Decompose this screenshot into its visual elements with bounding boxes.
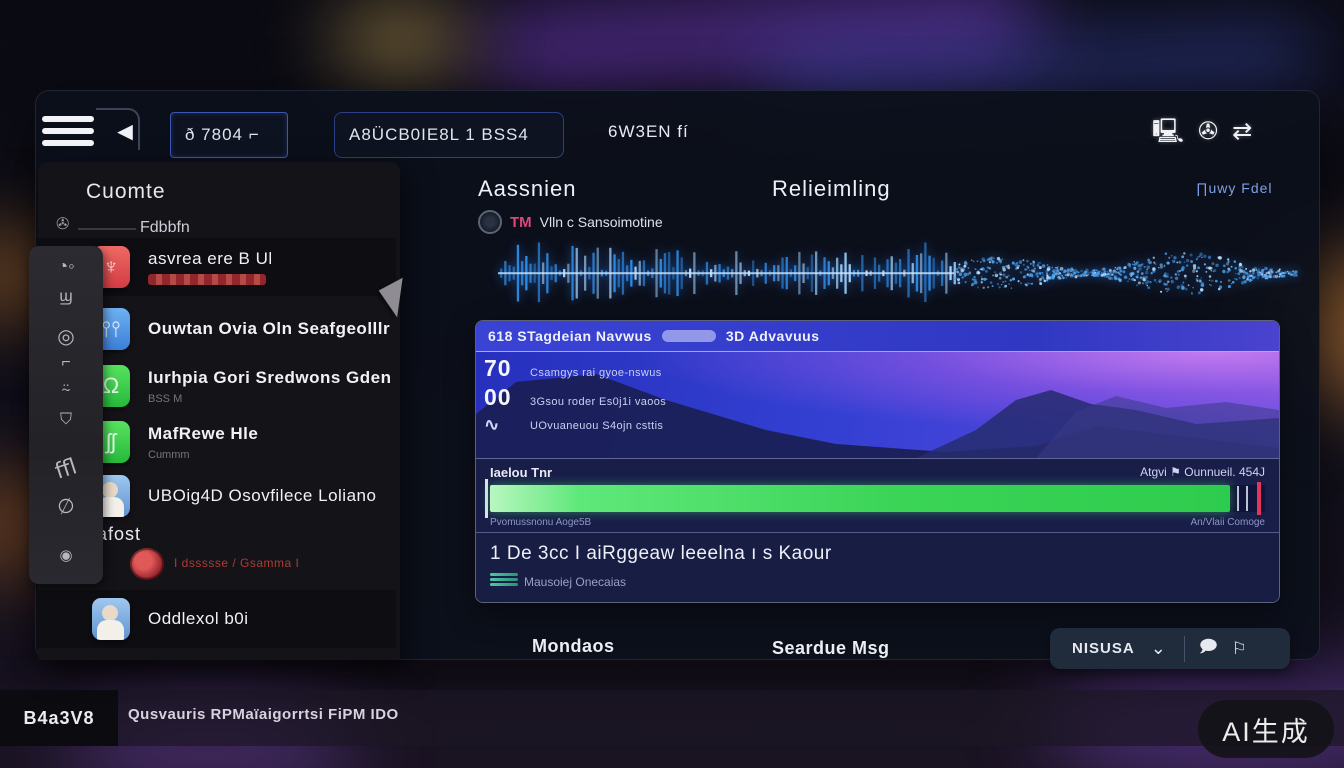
coin-icon[interactable]: ◉ — [29, 546, 103, 564]
mask-icon[interactable]: ϣ — [29, 288, 103, 306]
record-icon[interactable]: ✇ — [1198, 112, 1218, 152]
progress-footnote-right: An/Vlaii Comoge — [1191, 517, 1265, 528]
footer-tab-center[interactable]: Seardue Msg — [772, 638, 890, 659]
progress-label: Iaelou Tnr — [490, 465, 552, 480]
topbar-icons: 🖳 ✇ ⇄ — [1152, 112, 1252, 152]
progress-fill — [490, 485, 1230, 512]
flag-icon[interactable]: ⚐ — [1232, 639, 1247, 659]
track-row: TM Vlln c Sansoimotine — [478, 210, 663, 234]
progress-value-label: Atgvi ⚑ Ounnueil. 454J — [1140, 465, 1265, 479]
chevron-down-icon[interactable]: ⌄ — [1151, 638, 1166, 659]
divider — [78, 228, 136, 230]
coil-icon[interactable]: ﬄ — [27, 445, 105, 493]
desktop-background: ◄ ð 7804 ⌐ A8ÜCB0IE8L 1 BSS4 6W3EN fí 🖳 … — [0, 0, 1344, 768]
progress-tick — [1237, 486, 1239, 511]
dropdown-selected-value[interactable]: NISUSA — [1072, 640, 1135, 657]
taskbar-badge: B4a3V8 — [0, 690, 118, 746]
search-input[interactable]: ð 7804 ⌐ — [170, 112, 288, 158]
topbar-link[interactable]: 6W3EN fí — [608, 122, 689, 142]
camera-icon[interactable]: ◎ — [29, 324, 103, 349]
stat-number: 70 — [484, 355, 530, 382]
panel-header: 618 STagdeian Navwus 3D Advavuus — [476, 321, 1279, 352]
message-icon[interactable]: 🗩 — [1199, 634, 1218, 663]
ai-watermark: AI生成 — [1198, 700, 1334, 758]
sidebar-item-6[interactable]: Oddlexol b0i — [38, 590, 396, 648]
track-name: Vlln c Sansoimotine — [540, 214, 663, 230]
disc-icon: ✇ — [56, 214, 69, 234]
disc-icon — [478, 210, 502, 234]
section-title: Relieimling — [772, 176, 891, 202]
divider — [1184, 636, 1185, 662]
back-button[interactable]: ◄ — [108, 116, 142, 146]
summary-subtext: Mausoiej Onecaias — [524, 575, 626, 589]
sidebar-item-label: MafRewe Hle — [148, 424, 258, 444]
progress-tick — [1246, 486, 1248, 511]
sidebar-subtitle: Fdbbfn — [140, 219, 190, 237]
panel-title-right: 3D Advavuus — [726, 328, 820, 344]
sidebar-item-label: Ouwtan Ovia Oln Seafgeolllr — [148, 319, 390, 339]
hamburger-menu-icon[interactable] — [42, 116, 94, 146]
panel-tag — [662, 330, 716, 342]
equalizer-icon[interactable]: ⇄ — [1232, 112, 1252, 152]
waveform[interactable] — [498, 238, 1298, 302]
summary-section: 1 De 3cc I aiRggeaw leeelna ı s Kaour Ma… — [476, 532, 1279, 602]
playlist-icon[interactable]: 🖳 — [1152, 112, 1184, 152]
eye-icon[interactable]: ◔◦ — [29, 256, 103, 277]
sidebar-section-note: I dssssse / Gsamma I — [174, 556, 299, 570]
sidebar-item-label: UBOig4D Osovfilece Loliano — [148, 486, 376, 506]
stat-squiggle: ∿ — [483, 411, 531, 437]
swirl-icon[interactable]: ∅ — [27, 487, 105, 527]
red-progress-badge — [148, 274, 266, 285]
knot-icon[interactable] — [130, 548, 164, 580]
panel-art: 70 Csamgys rai gyoe-nswus 00 3Gsou roder… — [476, 352, 1279, 458]
progress-footnote-left: Pvomussnonu Aoge5B — [490, 517, 591, 528]
sidebar-item-sub: Cummm — [148, 449, 258, 461]
footer-tab-left[interactable]: Mondaos — [532, 636, 615, 657]
address-input[interactable]: A8ÜCB0IE8L 1 BSS4 — [334, 112, 564, 158]
footer-dropdown-bar: NISUSA ⌄ 🗩 ⚐ — [1050, 628, 1290, 669]
stat-number: 00 — [484, 384, 530, 411]
bg-glow — [478, 0, 1043, 99]
side-icon-rail: ◔◦ ϣ ◎ ⌐ ⍨ ⛉ ﬄ ∅ ◉ — [29, 246, 103, 584]
contact-photo-icon — [92, 598, 130, 640]
progress-start-tick — [485, 479, 488, 518]
panel-stats: 70 Csamgys rai gyoe-nswus 00 3Gsou roder… — [484, 355, 666, 436]
sidebar-item-label: Iurhpia Gori Sredwons Gden — [148, 368, 391, 388]
progress-section: Iaelou Tnr Atgvi ⚑ Ounnueil. 454J Pvomus… — [476, 458, 1279, 532]
badge-icon[interactable]: ⍨ — [29, 379, 103, 399]
taskbar-text: Qusvauris RPMaïaigorrtsi FiPM IDO — [128, 706, 399, 723]
tm-mark: TM — [510, 214, 532, 231]
stat-label: Csamgys rai gyoe-nswus — [530, 367, 662, 379]
stat-label: UOvuaneuou S4ojn csttis — [530, 420, 663, 432]
waves-icon — [490, 573, 518, 589]
sidebar-item-label: asvrea ere B Ul — [148, 249, 273, 269]
summary-text: 1 De 3cc I aiRggeaw leeelna ı s Kaour — [490, 543, 832, 565]
bg-glow — [330, 10, 470, 70]
sidebar-item-sub: BSS M — [148, 393, 391, 405]
progress-red-marker — [1257, 482, 1261, 515]
shield-icon[interactable]: ⛉ — [29, 411, 103, 429]
sidebar-title: Cuomte — [86, 180, 166, 204]
panel-title: 618 STagdeian Navwus — [488, 328, 652, 344]
hook-icon[interactable]: ⌐ — [29, 354, 103, 372]
page-title: Aassnien — [478, 176, 577, 202]
stat-label: 3Gsou roder Es0j1i vaoos — [530, 396, 666, 408]
sidebar-item-label: Oddlexol b0i — [148, 609, 249, 629]
header-link[interactable]: ∏uwy Fdel — [1196, 180, 1273, 196]
progress-track[interactable] — [490, 485, 1265, 512]
session-panel: 618 STagdeian Navwus 3D Advavuus 70 Csam… — [475, 320, 1280, 603]
